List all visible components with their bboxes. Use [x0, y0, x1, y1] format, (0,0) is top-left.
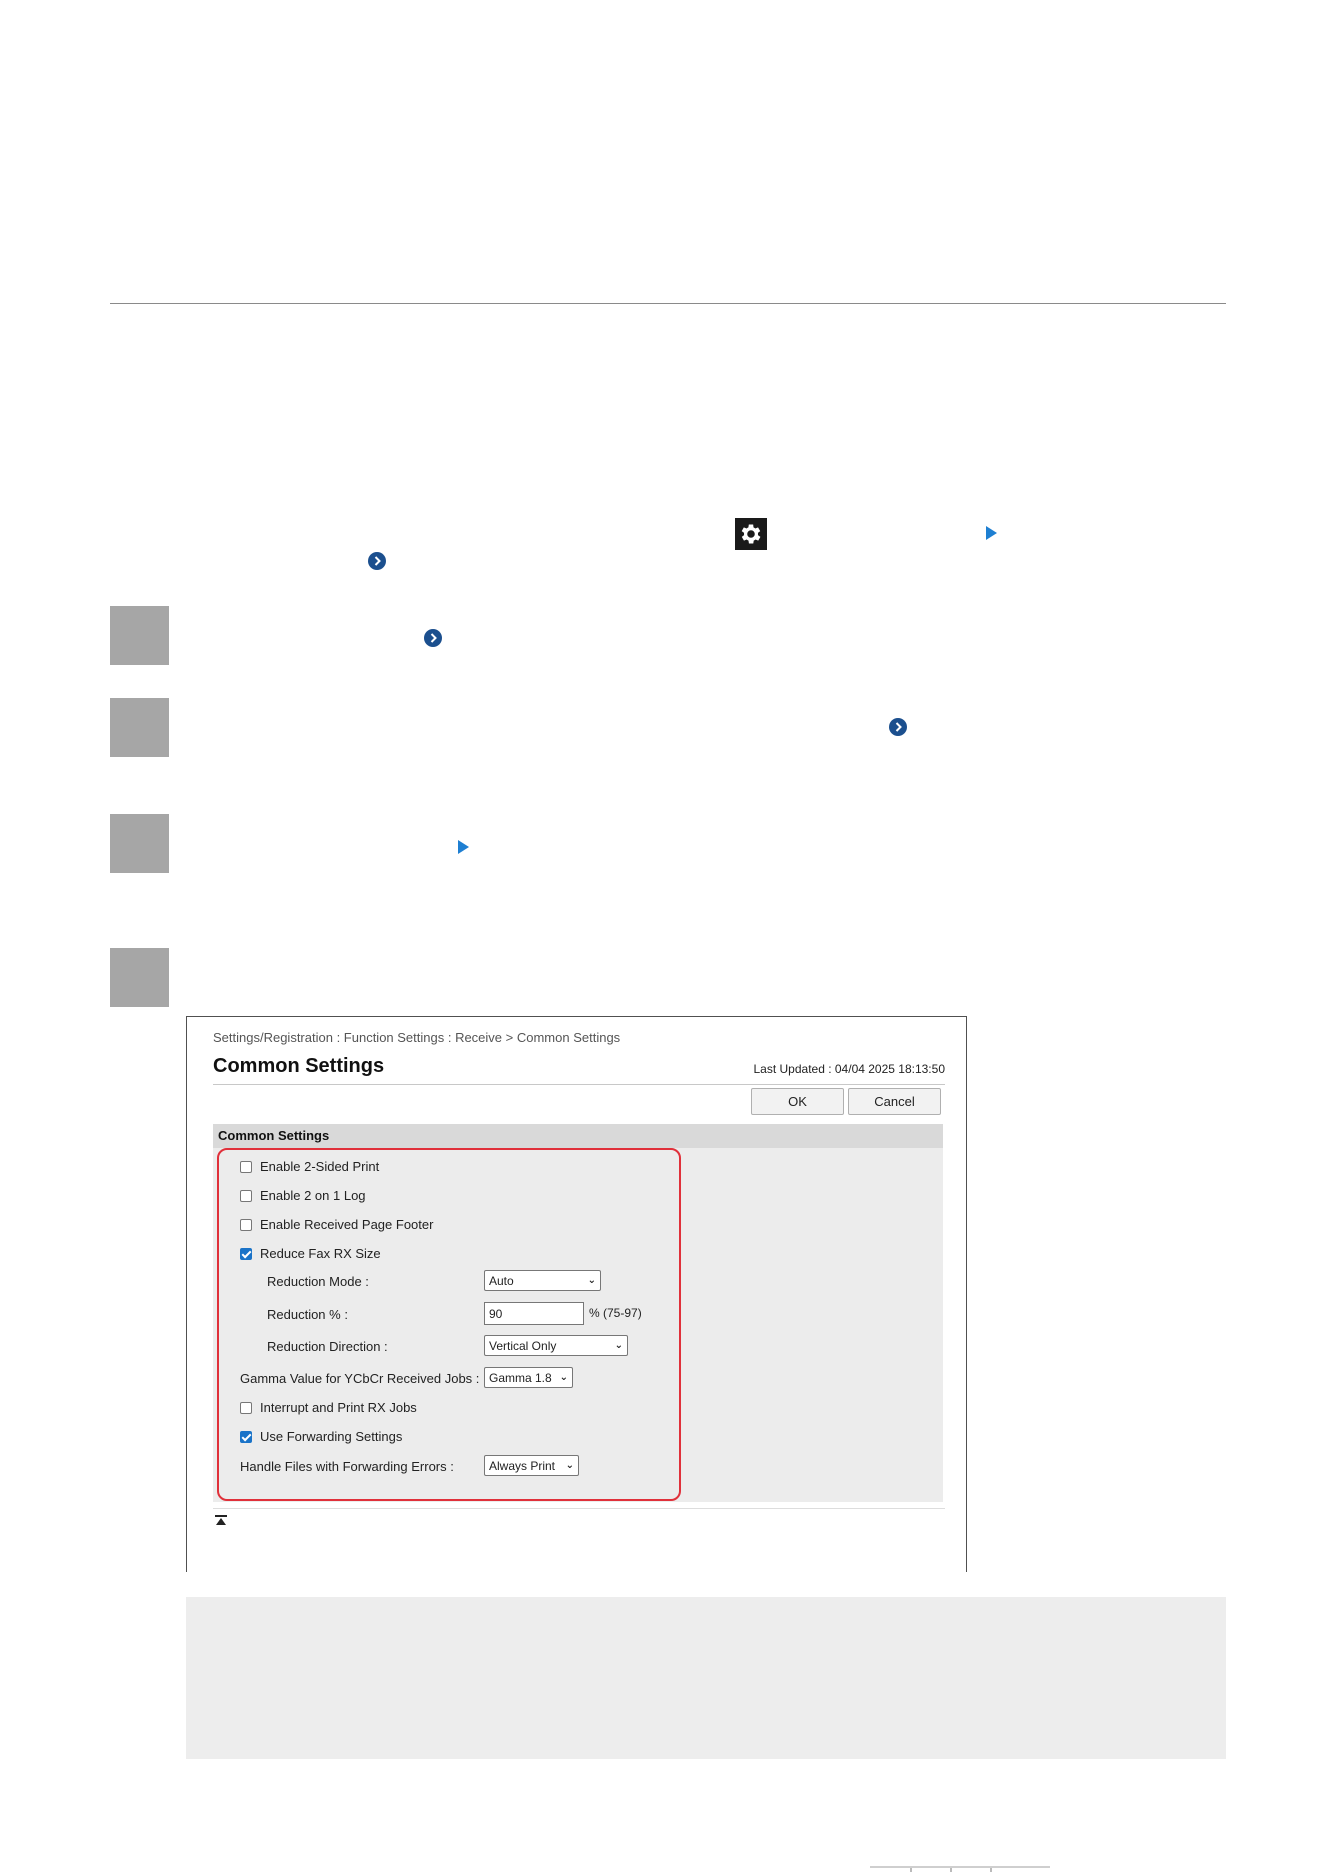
cancel-button[interactable]: Cancel: [848, 1088, 941, 1115]
settings-gear-icon: [735, 518, 767, 550]
note-box: [186, 1597, 1226, 1759]
last-updated: Last Updated : 04/04 2025 18:13:50: [753, 1062, 946, 1076]
bottom-divider: [213, 1508, 945, 1509]
next-step-arrow-icon: [458, 840, 469, 854]
next-step-arrow-icon: [986, 526, 997, 540]
step-marker-1: [110, 606, 169, 665]
breadcrumb: Settings/Registration : Function Setting…: [213, 1030, 621, 1045]
section-divider: [110, 303, 1226, 304]
ok-button[interactable]: OK: [751, 1088, 844, 1115]
link-chevron-icon[interactable]: [889, 718, 907, 736]
common-settings-screenshot: Settings/Registration : Function Setting…: [186, 1016, 967, 1572]
footer-marks: [870, 1866, 1050, 1872]
step-marker-4: [110, 948, 169, 1007]
back-to-top-icon[interactable]: [215, 1515, 227, 1527]
link-chevron-icon[interactable]: [368, 552, 386, 570]
step-marker-2: [110, 698, 169, 757]
step-marker-3: [110, 814, 169, 873]
highlight-frame: [217, 1148, 681, 1501]
page-title: Common Settings: [213, 1055, 385, 1077]
title-underline: [213, 1084, 945, 1085]
link-chevron-icon[interactable]: [424, 629, 442, 647]
section-header: Common Settings: [213, 1124, 943, 1148]
